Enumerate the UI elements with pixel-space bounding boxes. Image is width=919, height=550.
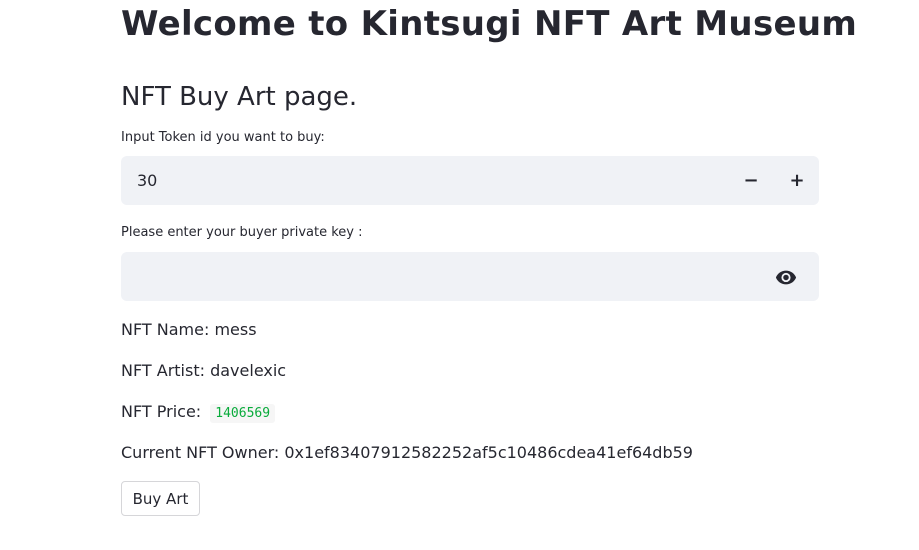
nft-name-value: mess xyxy=(214,320,257,339)
token-id-label: Input Token id you want to buy: xyxy=(121,130,325,145)
nft-artist-label: NFT Artist: xyxy=(121,361,205,380)
token-id-input[interactable] xyxy=(137,156,697,205)
nft-name-row: NFT Name: mess xyxy=(121,320,257,339)
nft-price-value: 1406569 xyxy=(210,404,276,423)
nft-price-label: NFT Price: xyxy=(121,402,202,421)
token-id-stepper: − + xyxy=(121,156,819,205)
page-title: Welcome to Kintsugi NFT Art Museum xyxy=(121,4,858,44)
nft-owner-value: 0x1ef83407912582252af5c10486cdea41ef64db… xyxy=(284,443,693,462)
private-key-input[interactable] xyxy=(137,252,757,301)
increment-button[interactable]: + xyxy=(775,156,819,205)
nft-artist-value: davelexic xyxy=(210,361,287,380)
plus-icon: + xyxy=(789,170,805,191)
eye-icon[interactable] xyxy=(775,266,797,288)
minus-icon: − xyxy=(743,170,759,191)
nft-price-row: NFT Price: 1406569 xyxy=(121,402,276,423)
private-key-label: Please enter your buyer private key : xyxy=(121,225,363,240)
nft-name-label: NFT Name: xyxy=(121,320,210,339)
nft-owner-row: Current NFT Owner: 0x1ef83407912582252af… xyxy=(121,443,693,462)
nft-owner-label: Current NFT Owner: xyxy=(121,443,280,462)
page-subtitle: NFT Buy Art page. xyxy=(121,82,358,112)
buy-art-button[interactable]: Buy Art xyxy=(121,481,200,516)
nft-artist-row: NFT Artist: davelexic xyxy=(121,361,286,380)
decrement-button[interactable]: − xyxy=(729,156,773,205)
private-key-field xyxy=(121,252,819,301)
